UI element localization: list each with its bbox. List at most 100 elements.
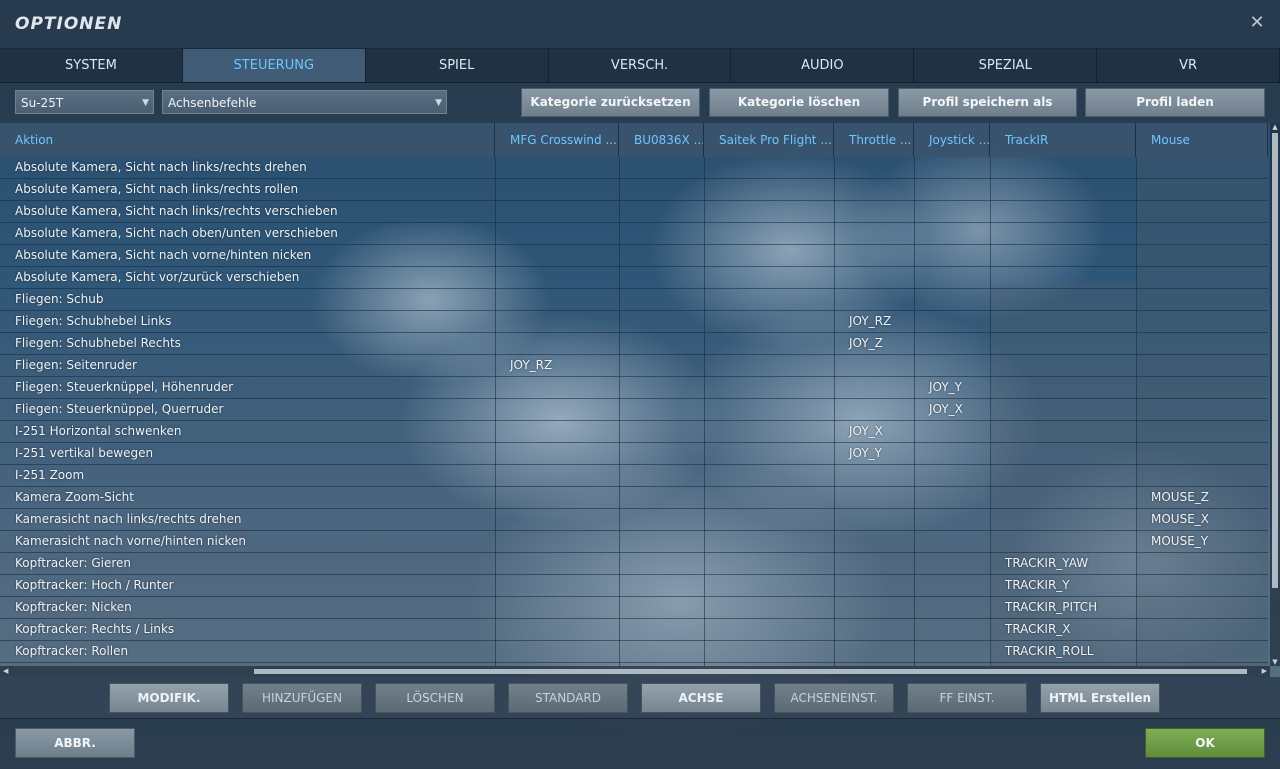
header-col-bu0836x[interactable]: BU0836X ... <box>619 123 704 157</box>
binding-cell[interactable] <box>619 201 704 222</box>
binding-cell[interactable] <box>990 179 1136 200</box>
binding-cell[interactable] <box>495 575 619 596</box>
binding-cell[interactable] <box>990 267 1136 288</box>
binding-cell[interactable] <box>834 267 914 288</box>
axis-tune-button[interactable]: ACHSENEINST. <box>774 683 894 713</box>
binding-cell[interactable] <box>914 443 990 464</box>
binding-cell[interactable] <box>914 597 990 618</box>
binding-cell[interactable] <box>914 311 990 332</box>
binding-cell[interactable] <box>1136 179 1268 200</box>
binding-cell[interactable] <box>704 267 834 288</box>
binding-cell[interactable] <box>619 245 704 266</box>
binding-cell[interactable] <box>619 399 704 420</box>
binding-cell[interactable]: JOY_X <box>914 399 990 420</box>
table-row[interactable]: Absolute Kamera, Sicht nach vorne/hinten… <box>0 245 1268 267</box>
binding-cell[interactable] <box>990 377 1136 398</box>
table-row[interactable]: Absolute Kamera, Sicht nach links/rechts… <box>0 157 1268 179</box>
binding-cell[interactable] <box>914 509 990 530</box>
binding-cell[interactable] <box>704 311 834 332</box>
binding-cell[interactable] <box>619 597 704 618</box>
action-name-cell[interactable]: Fliegen: Steuerknüppel, Höhenruder <box>0 377 495 398</box>
binding-cell[interactable]: MOUSE_X <box>1136 509 1268 530</box>
binding-cell[interactable] <box>914 487 990 508</box>
binding-cell[interactable] <box>619 465 704 486</box>
add-button[interactable]: HINZUFÜGEN <box>242 683 362 713</box>
binding-cell[interactable] <box>704 531 834 552</box>
binding-cell[interactable] <box>704 245 834 266</box>
binding-cell[interactable] <box>834 377 914 398</box>
binding-cell[interactable] <box>619 641 704 662</box>
header-col-aktion[interactable]: Aktion <box>0 123 495 157</box>
binding-cell[interactable] <box>619 179 704 200</box>
binding-cell[interactable] <box>704 575 834 596</box>
horizontal-scroll-thumb[interactable] <box>254 669 1247 674</box>
binding-cell[interactable] <box>704 597 834 618</box>
binding-cell[interactable] <box>914 179 990 200</box>
binding-cell[interactable] <box>1136 641 1268 662</box>
binding-cell[interactable] <box>619 267 704 288</box>
table-row[interactable]: I-251 Zoom <box>0 465 1268 487</box>
tab-spezial[interactable]: SPEZIAL <box>914 49 1098 82</box>
action-name-cell[interactable]: Kamera Zoom-Sicht <box>0 487 495 508</box>
header-col-trackir[interactable]: TrackIR <box>990 123 1136 157</box>
delete-button[interactable]: LÖSCHEN <box>375 683 495 713</box>
binding-cell[interactable] <box>914 157 990 178</box>
table-row[interactable]: Kopftracker: Nicken TRACKIR_PITCH <box>0 597 1268 619</box>
close-icon[interactable]: ✕ <box>1246 12 1268 34</box>
binding-cell[interactable] <box>834 487 914 508</box>
action-name-cell[interactable]: Kopftracker: Nicken <box>0 597 495 618</box>
table-row[interactable]: Fliegen: Seitenruder JOY_RZ <box>0 355 1268 377</box>
binding-cell[interactable] <box>834 619 914 640</box>
binding-cell[interactable] <box>495 641 619 662</box>
table-row[interactable]: Absolute Kamera, Sicht nach oben/unten v… <box>0 223 1268 245</box>
binding-cell[interactable] <box>914 641 990 662</box>
table-row[interactable]: Fliegen: Steuerknüppel, Höhenruder JOY_Y <box>0 377 1268 399</box>
binding-cell[interactable] <box>704 619 834 640</box>
binding-cell[interactable] <box>914 575 990 596</box>
binding-cell[interactable] <box>619 333 704 354</box>
binding-cell[interactable]: JOY_Y <box>834 443 914 464</box>
binding-cell[interactable] <box>704 399 834 420</box>
binding-cell[interactable] <box>619 355 704 376</box>
binding-cell[interactable] <box>834 509 914 530</box>
binding-cell[interactable] <box>495 619 619 640</box>
action-name-cell[interactable]: I-251 Zoom <box>0 465 495 486</box>
action-name-cell[interactable]: Absolute Kamera, Sicht nach oben/unten v… <box>0 223 495 244</box>
action-name-cell[interactable]: Fliegen: Schub <box>0 289 495 310</box>
binding-cell[interactable] <box>834 575 914 596</box>
binding-cell[interactable] <box>1136 443 1268 464</box>
binding-cell[interactable] <box>495 421 619 442</box>
binding-cell[interactable] <box>495 289 619 310</box>
binding-cell[interactable]: JOY_X <box>834 421 914 442</box>
binding-cell[interactable] <box>495 333 619 354</box>
binding-cell[interactable] <box>619 619 704 640</box>
binding-cell[interactable] <box>1136 399 1268 420</box>
binding-cell[interactable]: TRACKIR_Y <box>990 575 1136 596</box>
action-name-cell[interactable]: I-251 Horizontal schwenken <box>0 421 495 442</box>
binding-cell[interactable] <box>704 333 834 354</box>
table-row[interactable]: Absolute Kamera, Sicht vor/zurück versch… <box>0 267 1268 289</box>
binding-cell[interactable] <box>495 157 619 178</box>
binding-cell[interactable] <box>495 223 619 244</box>
table-row[interactable]: I-251 Horizontal schwenken JOY_X <box>0 421 1268 443</box>
binding-cell[interactable] <box>1136 421 1268 442</box>
binding-cell[interactable] <box>990 399 1136 420</box>
action-name-cell[interactable]: I-251 vertikal bewegen <box>0 443 495 464</box>
action-name-cell[interactable]: Fliegen: Schubhebel Links <box>0 311 495 332</box>
binding-cell[interactable] <box>834 245 914 266</box>
binding-cell[interactable] <box>704 157 834 178</box>
binding-cell[interactable] <box>914 553 990 574</box>
binding-cell[interactable] <box>1136 157 1268 178</box>
binding-cell[interactable] <box>619 157 704 178</box>
binding-cell[interactable] <box>990 487 1136 508</box>
binding-cell[interactable] <box>1136 465 1268 486</box>
binding-cell[interactable] <box>704 179 834 200</box>
binding-cell[interactable] <box>704 421 834 442</box>
table-row[interactable]: Fliegen: Schub <box>0 289 1268 311</box>
binding-cell[interactable] <box>495 377 619 398</box>
binding-cell[interactable] <box>495 465 619 486</box>
binding-cell[interactable] <box>704 355 834 376</box>
binding-cell[interactable] <box>1136 267 1268 288</box>
tab-system[interactable]: SYSTEM <box>0 49 183 82</box>
binding-cell[interactable] <box>619 443 704 464</box>
